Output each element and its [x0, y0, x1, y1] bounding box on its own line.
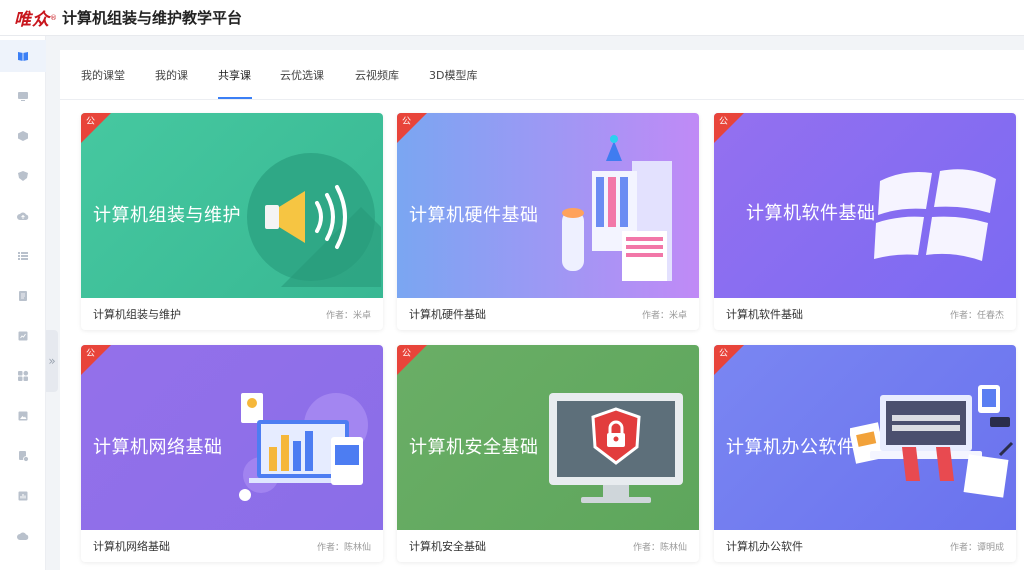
- sidebar-item-report[interactable]: [0, 320, 46, 352]
- logo-mark: 唯众: [14, 10, 50, 30]
- active-tab-indicator: [218, 97, 252, 99]
- course-card-footer: 计算机网络基础 作者：陈林仙: [81, 530, 383, 562]
- sidebar-item-upload[interactable]: [0, 200, 46, 232]
- public-badge-label: 公: [402, 349, 412, 359]
- course-cover-title: 计算机网络基础: [93, 437, 223, 458]
- course-cover-title: 计算机安全基础: [409, 437, 539, 458]
- registered-mark: ®: [50, 13, 57, 22]
- course-card-footer: 计算机组装与维护 作者：米卓: [81, 298, 383, 330]
- public-badge-label: 公: [719, 117, 729, 127]
- security-monitor-icon: [549, 393, 683, 503]
- sidebar-item-courses[interactable]: [0, 40, 46, 72]
- report-icon: [18, 331, 28, 341]
- sidebar-item-document[interactable]: [0, 280, 46, 312]
- course-cover[interactable]: 计算机硬件基础 公: [397, 113, 699, 298]
- sidebar-item-chart[interactable]: [0, 480, 46, 512]
- shield-icon: [18, 171, 28, 181]
- course-cover[interactable]: 计算机网络基础 公: [81, 345, 383, 530]
- tab-cloud-video-library[interactable]: 云视频库: [355, 67, 399, 83]
- sidebar-item-image[interactable]: [0, 400, 46, 432]
- course-name[interactable]: 计算机安全基础: [409, 538, 486, 554]
- course-card[interactable]: 计算机软件基础 公 计算机软件基础 作者：任春杰: [714, 113, 1016, 330]
- list-icon: [18, 252, 28, 260]
- course-name[interactable]: 计算机网络基础: [93, 538, 170, 554]
- document-icon: [19, 291, 27, 301]
- course-cover-title: 计算机软件基础: [746, 203, 876, 224]
- tab-shared-courses[interactable]: 共享课: [218, 67, 251, 83]
- public-badge-label: 公: [86, 117, 96, 127]
- sidebar-collapse-handle[interactable]: »: [46, 330, 58, 392]
- sidebar-item-apps[interactable]: [0, 360, 46, 392]
- course-card[interactable]: 计算机安全基础 公 计算机安全基础 作者：陈林仙: [397, 345, 699, 562]
- course-name[interactable]: 计算机软件基础: [726, 306, 803, 322]
- image-icon: [18, 411, 28, 421]
- laptop-office-icon: [850, 385, 1014, 498]
- tab-cloud-selected-courses[interactable]: 云优选课: [280, 67, 324, 83]
- file-check-icon: [19, 451, 29, 462]
- network-dashboard-icon: [239, 393, 368, 501]
- public-badge-label: 公: [402, 117, 412, 127]
- cube-icon: [18, 131, 28, 141]
- course-cover-title: 计算机组装与维护: [93, 205, 241, 226]
- course-card-footer: 计算机办公软件 作者：谭明成: [714, 530, 1016, 562]
- sidebar-item-monitor[interactable]: [0, 80, 46, 112]
- sidebar-item-cube[interactable]: [0, 120, 46, 152]
- app-title: 计算机组装与维护教学平台: [62, 9, 243, 27]
- course-author: 作者：任春杰: [949, 310, 1004, 321]
- datacenter-icon: [562, 135, 672, 281]
- logo[interactable]: 唯众 ® 计算机组装与维护教学平台: [14, 5, 242, 30]
- tab-3d-model-library[interactable]: 3D模型库: [429, 67, 477, 83]
- windows-logo-icon: [874, 169, 996, 261]
- sidebar-item-file-check[interactable]: [0, 440, 46, 472]
- course-card[interactable]: 计算机网络基础 公 计算机网络基础 作者：陈林仙: [81, 345, 383, 562]
- sidebar: [0, 36, 46, 570]
- top-bar: 唯众 ® 计算机组装与维护教学平台: [0, 0, 1024, 36]
- course-author: 作者：陈林仙: [632, 542, 687, 553]
- course-author: 作者：谭明成: [949, 542, 1004, 553]
- course-card-footer: 计算机安全基础 作者：陈林仙: [397, 530, 699, 562]
- course-name[interactable]: 计算机办公软件: [726, 538, 803, 554]
- course-name[interactable]: 计算机组装与维护: [93, 306, 181, 322]
- public-badge-label: 公: [86, 349, 96, 359]
- course-author: 作者：陈林仙: [316, 542, 371, 553]
- course-card[interactable]: 计算机硬件基础 公 计算机硬件基础 作者：米卓: [397, 113, 699, 330]
- sidebar-item-list[interactable]: [0, 240, 46, 272]
- sidebar-item-download[interactable]: [0, 520, 46, 552]
- course-cover[interactable]: 计算机办公软件 公: [714, 345, 1016, 530]
- tab-bar: 我的课堂 我的课 共享课 云优选课 云视频库 3D模型库: [60, 50, 1024, 100]
- cloud-upload-icon: [17, 212, 29, 220]
- tab-my-classroom[interactable]: 我的课堂: [81, 67, 125, 83]
- course-card[interactable]: 计算机组装与维护 公 计算机组装与维护 作者：米卓: [81, 113, 383, 330]
- sidebar-item-shield[interactable]: [0, 160, 46, 192]
- course-cover-title: 计算机硬件基础: [409, 205, 539, 226]
- book-icon: [18, 52, 28, 61]
- monitor-icon: [18, 92, 28, 101]
- apps-icon: [18, 370, 29, 381]
- course-cover[interactable]: 计算机安全基础 公: [397, 345, 699, 530]
- course-cover[interactable]: 计算机软件基础 公: [714, 113, 1016, 298]
- course-name[interactable]: 计算机硬件基础: [409, 306, 486, 322]
- course-author: 作者：米卓: [641, 310, 687, 321]
- public-badge-label: 公: [719, 349, 729, 359]
- speaker-icon: [247, 153, 381, 287]
- course-card-footer: 计算机硬件基础 作者：米卓: [397, 298, 699, 330]
- course-cover[interactable]: 计算机组装与维护 公: [81, 113, 383, 298]
- course-card-footer: 计算机软件基础 作者：任春杰: [714, 298, 1016, 330]
- course-cover-title: 计算机办公软件: [726, 437, 856, 458]
- tab-my-courses[interactable]: 我的课: [155, 67, 188, 83]
- chart-icon: [18, 491, 28, 501]
- course-author: 作者：米卓: [325, 310, 371, 321]
- course-card[interactable]: 计算机办公软件 公 计算机办公软件 作者：谭明成: [714, 345, 1016, 562]
- cloud-download-icon: [17, 532, 29, 540]
